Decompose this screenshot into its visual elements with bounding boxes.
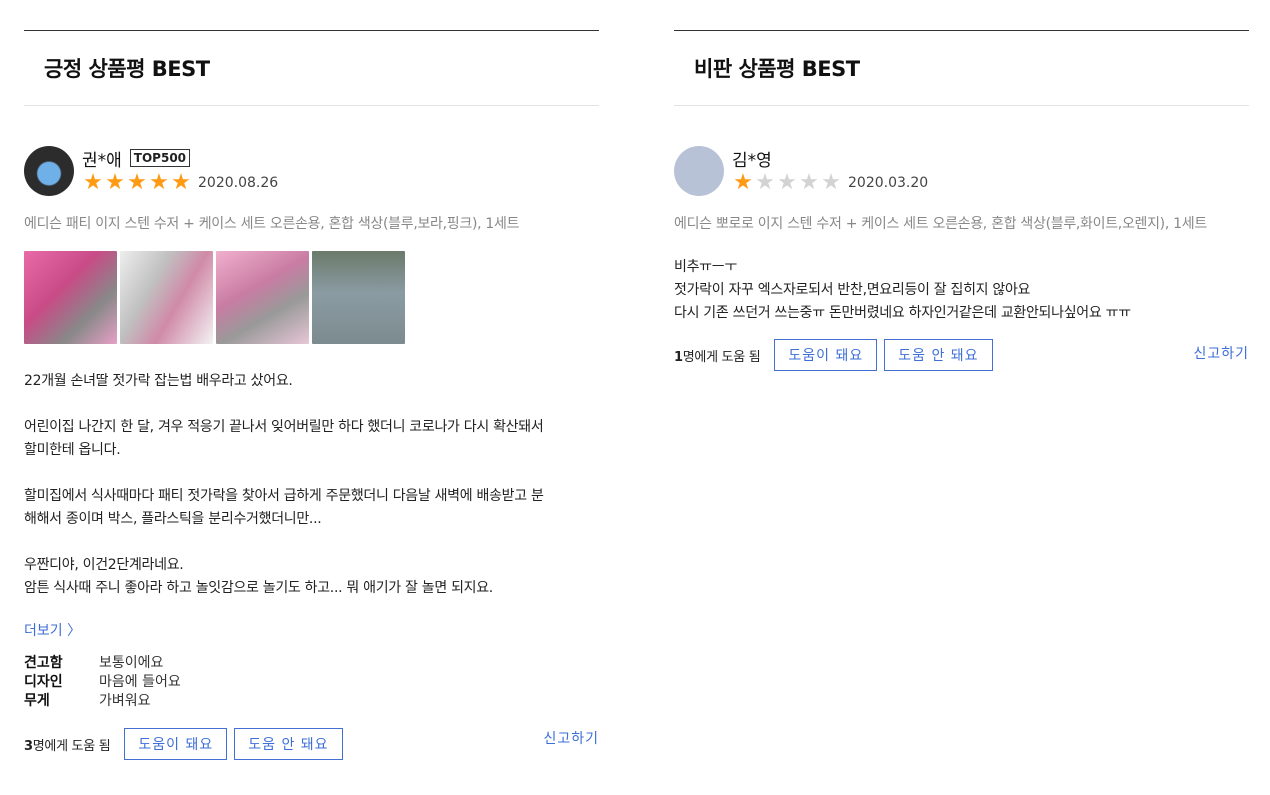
helpful-button[interactable]: 도움이 돼요 — [774, 339, 878, 371]
negative-review-panel: 비판 상품평 BEST 김*영 ★ ★ ★ ★ ★ 2020.03.20 에디슨… — [674, 30, 1249, 371]
review-paragraph: 할미집에서 식사때마다 패티 젓가락을 찾아서 급하게 주문했더니 다음날 새벽… — [24, 488, 544, 527]
reviewer-name: 권*애 — [82, 150, 122, 171]
review-photo-thumbnail[interactable] — [312, 251, 405, 344]
star-icon: ★ — [733, 170, 753, 195]
survey-answers: 견고함 보통이에요 디자인 마음에 들어요 무게 가벼워요 — [24, 654, 599, 711]
more-link[interactable]: 더보기 〉 — [24, 620, 81, 640]
helpful-count: 1명에게 도움 됨 — [674, 346, 761, 365]
report-link[interactable]: 신고하기 — [543, 728, 599, 748]
reviewer-info: 권*애 TOP500 ★ ★ ★ ★ ★ 2020.08.26 — [24, 146, 599, 196]
top-reviewer-badge: TOP500 — [129, 149, 191, 167]
review-paragraph: 비추ㅠㅡㅜ 젓가락이 자꾸 엑스자로되서 반찬,면요리등이 잘 집히지 않아요 … — [674, 259, 1131, 321]
survey-row: 디자인 마음에 들어요 — [24, 673, 599, 692]
review-paragraph: 어린이집 나간지 한 달, 겨우 적응기 끝나서 잊어버릴만 하다 했더니 코로… — [24, 419, 544, 458]
review-content: 22개월 손녀딸 젓가락 잡는법 배우라고 샀어요. 어린이집 나간지 한 달,… — [24, 370, 599, 600]
review-photo-thumbnail[interactable] — [120, 251, 213, 344]
avatar — [24, 146, 74, 196]
reviewer-name: 김*영 — [732, 150, 772, 171]
survey-row: 견고함 보통이에요 — [24, 654, 599, 673]
review-card: 김*영 ★ ★ ★ ★ ★ 2020.03.20 에디슨 뽀로로 이지 스텐 수… — [674, 106, 1249, 371]
review-photo-thumbnail[interactable] — [216, 251, 309, 344]
star-rating: ★ ★ ★ ★ ★ — [82, 172, 192, 194]
star-icon: ★ — [171, 170, 191, 195]
star-icon: ★ — [755, 170, 775, 195]
review-date: 2020.08.26 — [198, 175, 279, 191]
panel-header: 비판 상품평 BEST — [674, 30, 1249, 106]
reviewer-info: 김*영 ★ ★ ★ ★ ★ 2020.03.20 — [674, 146, 1249, 196]
star-icon: ★ — [799, 170, 819, 195]
review-date: 2020.03.20 — [848, 175, 929, 191]
survey-answer: 가벼워요 — [99, 693, 151, 709]
survey-question: 디자인 — [24, 674, 63, 690]
review-paragraph: 22개월 손녀딸 젓가락 잡는법 배우라고 샀어요. — [24, 373, 293, 389]
helpful-button[interactable]: 도움이 돼요 — [124, 728, 228, 760]
survey-answer: 마음에 들어요 — [99, 674, 181, 690]
survey-question: 무게 — [24, 693, 50, 709]
review-card: 권*애 TOP500 ★ ★ ★ ★ ★ 2020.08.26 에디슨 패티 이… — [24, 106, 599, 760]
feedback-bar: 3명에게 도움 됨 도움이 돼요 도움 안 돼요 신고하기 — [24, 728, 599, 760]
review-content: 비추ㅠㅡㅜ 젓가락이 자꾸 엑스자로되서 반찬,면요리등이 잘 집히지 않아요 … — [674, 256, 1249, 325]
star-rating: ★ ★ ★ ★ ★ — [732, 172, 842, 194]
star-icon: ★ — [821, 170, 841, 195]
helpful-count-label: 명에게 도움 됨 — [32, 738, 111, 754]
product-option: 에디슨 패티 이지 스텐 수저 + 케이스 세트 오른손용, 혼합 색상(블루,… — [24, 216, 520, 232]
star-icon: ★ — [777, 170, 797, 195]
star-icon: ★ — [105, 170, 125, 195]
helpful-count-number: 1 — [674, 349, 683, 365]
not-helpful-button[interactable]: 도움 안 돼요 — [884, 339, 993, 371]
survey-row: 무게 가벼워요 — [24, 692, 599, 711]
survey-question: 견고함 — [24, 655, 63, 671]
helpful-count: 3명에게 도움 됨 — [24, 735, 111, 754]
product-option: 에디슨 뽀로로 이지 스텐 수저 + 케이스 세트 오른손용, 혼합 색상(블루… — [674, 216, 1207, 232]
report-link[interactable]: 신고하기 — [1193, 343, 1249, 363]
feedback-bar: 1명에게 도움 됨 도움이 돼요 도움 안 돼요 신고하기 — [674, 339, 1249, 371]
avatar — [674, 146, 724, 196]
star-icon: ★ — [127, 170, 147, 195]
panel-title: 긍정 상품평 BEST — [44, 57, 210, 81]
review-paragraph: 우짠디야, 이건2단계라네요. 암튼 식사때 주니 좋아라 하고 놀잇감으로 놀… — [24, 557, 493, 596]
star-icon: ★ — [83, 170, 103, 195]
not-helpful-button[interactable]: 도움 안 돼요 — [234, 728, 343, 760]
helpful-count-number: 3 — [24, 738, 33, 754]
survey-answer: 보통이에요 — [99, 655, 164, 671]
panel-title: 비판 상품평 BEST — [694, 57, 860, 81]
review-photo-thumbnail[interactable] — [24, 251, 117, 344]
positive-review-panel: 긍정 상품평 BEST 권*애 TOP500 ★ ★ ★ ★ ★ 2020.08… — [24, 30, 599, 760]
helpful-count-label: 명에게 도움 됨 — [682, 349, 761, 365]
review-photos — [24, 251, 599, 344]
star-icon: ★ — [149, 170, 169, 195]
panel-header: 긍정 상품평 BEST — [24, 30, 599, 106]
